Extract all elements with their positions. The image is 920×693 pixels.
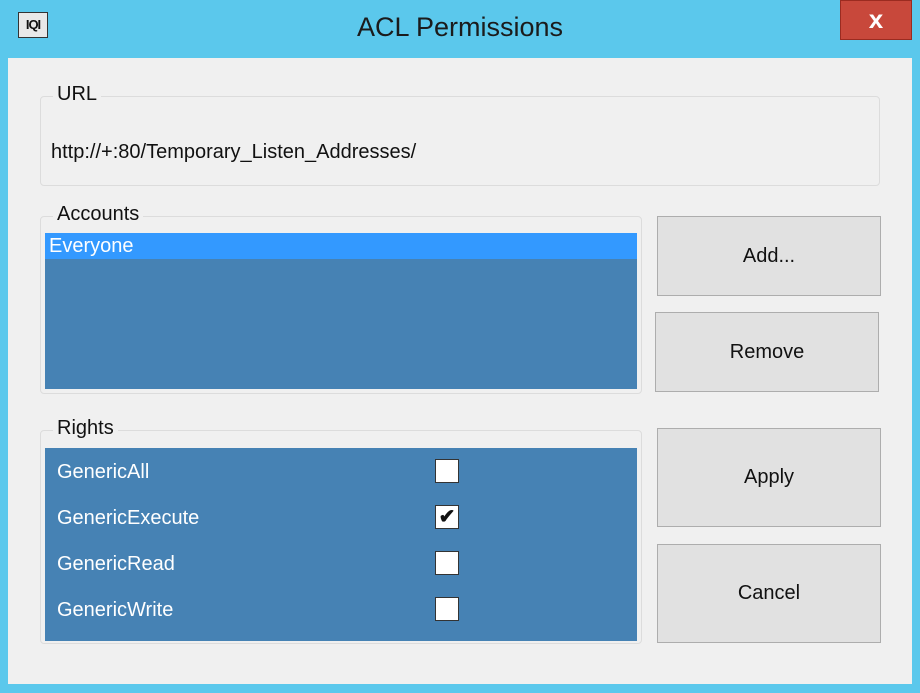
right-label-genericexecute: GenericExecute	[57, 507, 200, 529]
genericwrite-checkbox[interactable]	[435, 597, 459, 621]
genericall-checkbox[interactable]	[435, 459, 459, 483]
url-value: http://+:80/Temporary_Listen_Addresses/	[51, 141, 417, 163]
window-title: ACL Permissions	[356, 12, 564, 42]
url-group-legend: URL	[53, 83, 102, 106]
acl-permissions-window: IQI ACL Permissions x URL http://+:80/Te…	[0, 0, 920, 693]
genericread-checkbox[interactable]	[435, 551, 459, 575]
rights-group: Rights GenericAll GenericExecute ✔ Gener…	[40, 417, 642, 644]
right-row-genericread: GenericRead	[45, 549, 637, 579]
right-label-genericall: GenericAll	[57, 461, 150, 483]
close-button[interactable]: x	[840, 0, 912, 40]
right-row-genericexecute: GenericExecute ✔	[45, 503, 637, 533]
url-group: URL http://+:80/Temporary_Listen_Address…	[40, 83, 880, 186]
accounts-group-legend: Accounts	[53, 203, 144, 226]
accounts-group: Accounts Everyone	[40, 203, 642, 394]
rights-group-legend: Rights	[53, 417, 118, 440]
rights-panel: GenericAll GenericExecute ✔ GenericRead …	[45, 448, 637, 641]
title-bar[interactable]: IQI ACL Permissions x	[0, 0, 920, 56]
apply-button[interactable]: Apply	[657, 428, 881, 527]
accounts-listbox[interactable]: Everyone	[45, 233, 637, 389]
right-label-genericread: GenericRead	[57, 553, 175, 575]
add-button[interactable]: Add...	[657, 216, 881, 296]
right-row-genericall: GenericAll	[45, 457, 637, 487]
remove-button[interactable]: Remove	[655, 312, 879, 392]
right-label-genericwrite: GenericWrite	[57, 599, 174, 621]
dialog-body: URL http://+:80/Temporary_Listen_Address…	[8, 58, 912, 684]
account-item-everyone[interactable]: Everyone	[45, 233, 637, 259]
genericexecute-checkbox[interactable]: ✔	[435, 505, 459, 529]
right-row-genericwrite: GenericWrite	[45, 595, 637, 625]
cancel-button[interactable]: Cancel	[657, 544, 881, 643]
